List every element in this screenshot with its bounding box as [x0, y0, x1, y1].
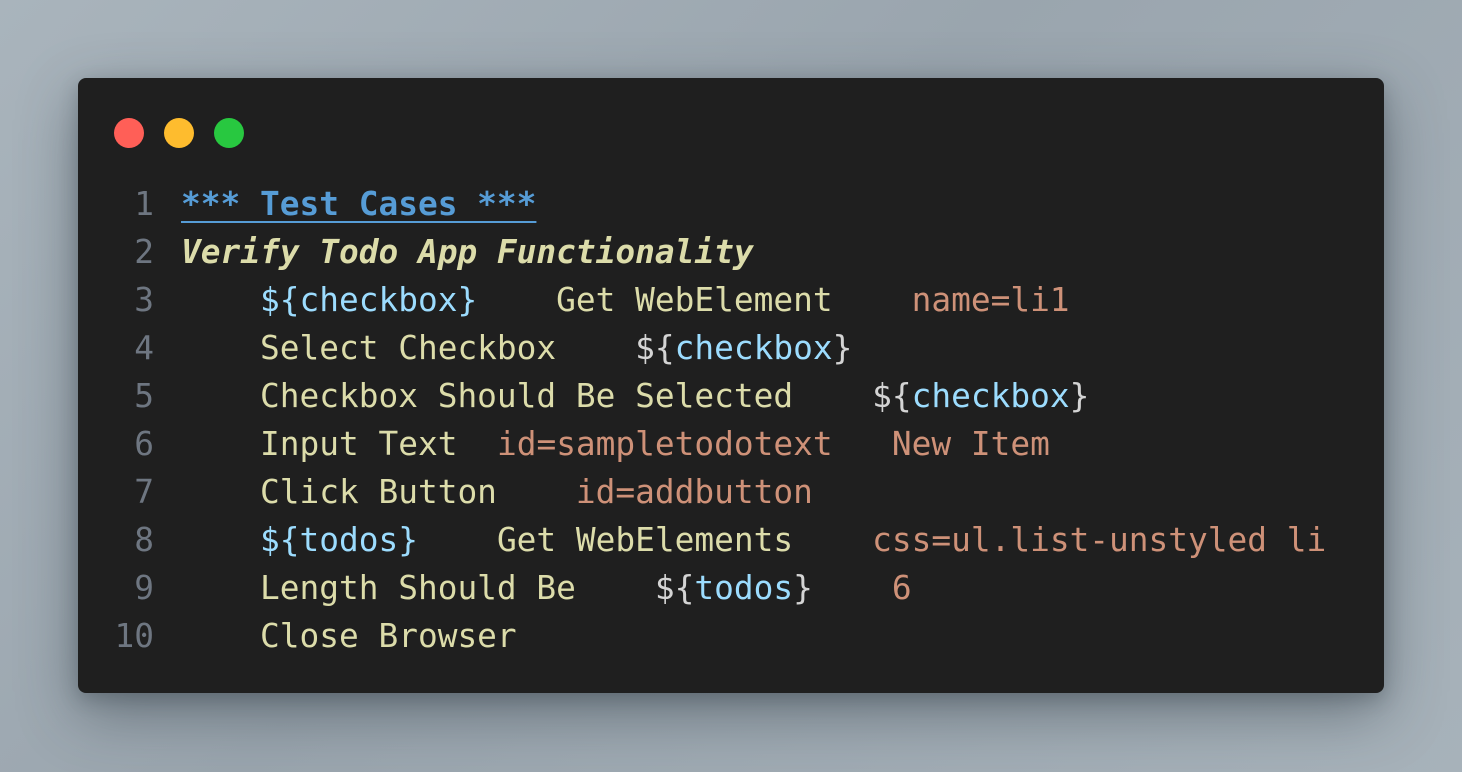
code-line: 4 Select Checkbox ${checkbox} — [78, 324, 1384, 372]
line-content: ${todos} Get WebElements css=ul.list-uns… — [181, 516, 1326, 564]
close-window-button[interactable] — [114, 118, 144, 148]
variable-brace: ${ — [872, 377, 912, 415]
line-content: Checkbox Should Be Selected ${checkbox} — [181, 372, 1089, 420]
variable-brace: ${ — [635, 329, 675, 367]
separator — [833, 425, 892, 463]
line-content: ${checkbox} Get WebElement name=li1 — [181, 276, 1070, 324]
code-line: 7 Click Button id=addbutton — [78, 468, 1384, 516]
line-number: 1 — [134, 185, 154, 223]
code-line: 1 *** Test Cases *** — [78, 180, 1384, 228]
line-number: 5 — [134, 377, 154, 415]
keyword: Close Browser — [259, 617, 517, 655]
argument: css=ul.list-unstyled li — [872, 521, 1327, 559]
separator — [576, 569, 655, 607]
variable-name: checkbox — [911, 377, 1070, 415]
line-number: 8 — [134, 521, 154, 559]
argument: New Item — [891, 425, 1050, 463]
code-line: 6 Input Text id=sampletodotext New Item — [78, 420, 1384, 468]
line-number: 10 — [114, 617, 155, 655]
keyword: Get WebElement — [556, 281, 833, 319]
window-controls — [114, 118, 244, 148]
line-content: Close Browser — [181, 612, 517, 660]
separator — [813, 569, 892, 607]
line-content: Click Button id=addbutton — [181, 468, 813, 516]
separator — [833, 281, 912, 319]
code-line: 8 ${todos} Get WebElements css=ul.list-u… — [78, 516, 1384, 564]
separator — [497, 473, 576, 511]
separator — [793, 377, 872, 415]
separator — [556, 329, 635, 367]
variable-brace: } — [832, 329, 853, 367]
line-content: *** Test Cases *** — [181, 180, 536, 228]
argument: name=li1 — [911, 281, 1070, 319]
argument: id=sampletodotext — [496, 425, 833, 463]
code-line: 2 Verify Todo App Functionality — [78, 228, 1384, 276]
test-case-name: Verify Todo App Functionality — [181, 233, 754, 271]
line-number: 3 — [134, 281, 154, 319]
code-window: 1 *** Test Cases *** 2 Verify Todo App Func… — [78, 78, 1384, 693]
code-line: 5 Checkbox Should Be Selected ${checkbox… — [78, 372, 1384, 420]
line-number: 2 — [134, 233, 154, 271]
code-line: 9 Length Should Be ${todos} 6 — [78, 564, 1384, 612]
line-content: Select Checkbox ${checkbox} — [181, 324, 852, 372]
variable-brace: } — [793, 569, 813, 607]
keyword: Length Should Be — [259, 569, 576, 607]
variable-name: checkbox — [674, 329, 833, 367]
assigned-variable: ${todos} — [259, 521, 418, 559]
variable-brace: ${ — [654, 569, 695, 607]
code-line: 3 ${checkbox} Get WebElement name=li1 — [78, 276, 1384, 324]
variable-brace: } — [1069, 377, 1090, 415]
maximize-window-button[interactable] — [214, 118, 244, 148]
line-number: 7 — [134, 473, 154, 511]
line-content: Input Text id=sampletodotext New Item — [181, 420, 1050, 468]
keyword: Get WebElements — [496, 521, 794, 559]
code-line: 10 Close Browser — [78, 612, 1384, 660]
separator — [418, 521, 497, 559]
variable-name: todos — [694, 569, 794, 607]
argument: id=addbutton — [575, 473, 813, 511]
separator — [793, 521, 872, 559]
section-heading: *** Test Cases *** — [181, 185, 537, 223]
separator — [477, 281, 556, 319]
keyword: Input Text — [259, 425, 458, 463]
code-editor: 1 *** Test Cases *** 2 Verify Todo App Func… — [78, 180, 1384, 660]
line-number: 6 — [134, 425, 154, 463]
argument: 6 — [891, 569, 912, 607]
line-content: Length Should Be ${todos} 6 — [181, 564, 912, 612]
keyword: Select Checkbox — [259, 329, 557, 367]
keyword: Click Button — [259, 473, 497, 511]
assigned-variable: ${checkbox} — [259, 281, 478, 319]
minimize-window-button[interactable] — [164, 118, 194, 148]
line-number: 9 — [134, 569, 154, 607]
line-content: Verify Todo App Functionality — [181, 228, 754, 276]
keyword: Checkbox Should Be Selected — [259, 377, 794, 415]
line-number: 4 — [134, 329, 154, 367]
separator — [457, 425, 497, 463]
